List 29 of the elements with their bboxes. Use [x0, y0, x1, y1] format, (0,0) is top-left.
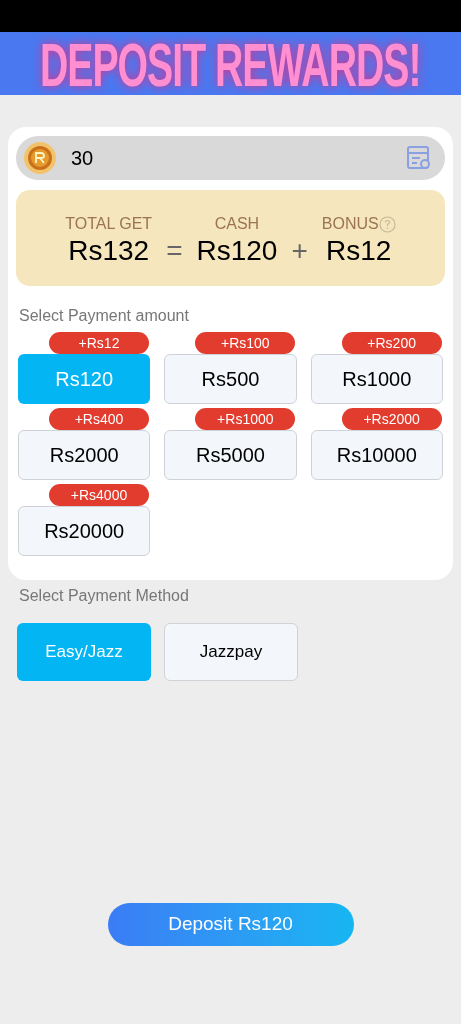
- bonus-badge: +Rs1000: [195, 408, 296, 430]
- bonus-badge: +Rs12: [49, 332, 149, 354]
- amount-option[interactable]: Rs500: [164, 354, 297, 404]
- coin-icon: [23, 141, 57, 175]
- bonus-badge: +Rs2000: [341, 408, 442, 430]
- amount-option[interactable]: Rs20000: [18, 506, 151, 556]
- cash-value: Rs120: [196, 236, 278, 266]
- amount-option[interactable]: Rs2000: [18, 430, 151, 480]
- section-title: Select Payment Method: [19, 586, 190, 606]
- bonus-value: Rs12: [326, 236, 392, 266]
- balance-amount: 30: [71, 146, 94, 171]
- help-icon[interactable]: [378, 215, 396, 233]
- section-title: Select Payment amount: [19, 306, 190, 326]
- payment-method-option[interactable]: Jazzpay: [164, 623, 298, 681]
- amount-option[interactable]: Rs5000: [164, 430, 297, 480]
- total-value: Rs132: [68, 236, 150, 266]
- bonus-badge: +Rs400: [49, 408, 149, 430]
- bonus-badge: +Rs4000: [49, 484, 149, 506]
- amount-option[interactable]: Rs10000: [310, 430, 443, 480]
- promo-overlay-text: DEPOSIT REWARDS!: [40, 32, 421, 95]
- bonus-badge: +Rs200: [341, 332, 442, 354]
- cash-label: CASH: [214, 214, 260, 234]
- amount-option[interactable]: Rs1000: [310, 354, 443, 404]
- plus-sign: +: [291, 236, 308, 266]
- bonus-badge: +Rs100: [195, 332, 296, 354]
- total-label: TOTAL GET: [65, 214, 153, 234]
- equals-sign: =: [166, 236, 183, 266]
- bonus-label: BONUS: [321, 214, 379, 234]
- record-icon[interactable]: [406, 145, 432, 171]
